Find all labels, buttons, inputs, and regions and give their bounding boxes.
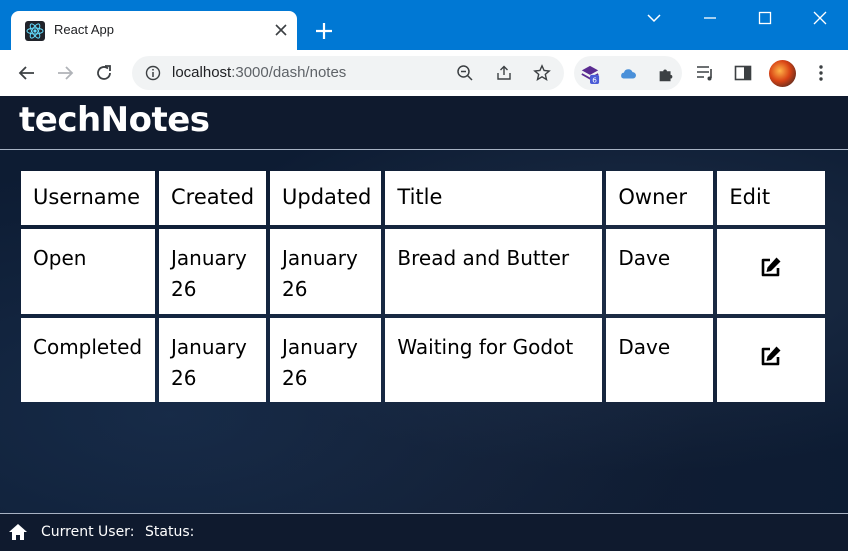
close-tab-icon[interactable]	[272, 21, 290, 39]
note-title: Waiting for Godot	[385, 318, 603, 402]
current-user-label: Current User:	[41, 524, 135, 540]
url-path: :3000/dash/notes	[231, 64, 347, 81]
note-updated: January 26	[270, 229, 382, 314]
browser-toolbar: localhost:3000/dash/notes 6	[0, 50, 848, 96]
maximize-icon[interactable]	[755, 8, 775, 28]
home-icon[interactable]	[8, 523, 28, 541]
app-header: techNotes	[0, 96, 848, 150]
tab-search-chevron-icon[interactable]	[644, 8, 664, 28]
react-logo-icon	[25, 21, 45, 41]
header-title: Title	[385, 171, 603, 225]
reload-icon[interactable]	[93, 62, 115, 84]
extensions-area: 6	[574, 56, 682, 90]
note-updated: January 26	[270, 318, 382, 402]
zoom-icon[interactable]	[456, 64, 474, 82]
share-icon[interactable]	[495, 64, 513, 82]
minimize-icon[interactable]	[700, 8, 720, 28]
browser-tab[interactable]: React App	[11, 11, 297, 50]
header-username: Username	[21, 171, 155, 225]
note-created: January 26	[159, 318, 266, 402]
forward-arrow-icon[interactable]	[54, 62, 76, 84]
profile-avatar[interactable]	[769, 60, 796, 87]
cloud-icon[interactable]	[618, 64, 638, 84]
media-control-icon[interactable]	[695, 63, 715, 83]
url-host: localhost	[172, 64, 232, 81]
header-edit: Edit	[717, 171, 826, 225]
header-updated: Updated	[270, 171, 382, 225]
edit-note-icon[interactable]	[758, 343, 784, 369]
table-row: Open January 26 January 26 Bread and But…	[21, 229, 826, 314]
extension-badge-count: 6	[592, 76, 597, 84]
table-header-row: Username Created Updated Title Owner Edi…	[21, 171, 826, 225]
note-title: Bread and Butter	[385, 229, 603, 314]
extension-stack-icon[interactable]: 6	[580, 64, 600, 84]
edit-cell	[717, 318, 826, 402]
side-panel-icon[interactable]	[733, 63, 753, 83]
bookmark-star-icon[interactable]	[533, 64, 551, 82]
edit-note-icon[interactable]	[758, 254, 784, 280]
back-arrow-icon[interactable]	[16, 62, 38, 84]
header-created: Created	[159, 171, 266, 225]
app-footer: Current User: Status:	[0, 513, 848, 551]
note-owner: Dave	[606, 318, 714, 402]
table-row: Completed January 26 January 26 Waiting …	[21, 318, 826, 402]
more-menu-icon[interactable]	[811, 63, 831, 83]
new-tab-icon[interactable]	[313, 20, 335, 42]
site-info-icon[interactable]	[145, 65, 161, 81]
note-owner: Dave	[606, 229, 714, 314]
status-label: Status:	[145, 524, 195, 540]
notes-table: Username Created Updated Title Owner Edi…	[17, 167, 829, 406]
address-bar[interactable]: localhost:3000/dash/notes	[132, 56, 564, 90]
note-created: January 26	[159, 229, 266, 314]
note-status-completed: Completed	[21, 318, 155, 402]
header-owner: Owner	[606, 171, 714, 225]
url-text: localhost:3000/dash/notes	[172, 64, 346, 81]
browser-titlebar: React App	[0, 0, 848, 50]
note-status-open: Open	[21, 229, 155, 314]
app-viewport: techNotes Username Created Updated Title…	[0, 96, 848, 551]
app-title-link[interactable]: techNotes	[19, 100, 210, 140]
close-window-icon[interactable]	[810, 8, 830, 28]
extensions-puzzle-icon[interactable]	[656, 64, 676, 84]
tab-title: React App	[54, 22, 114, 37]
edit-cell	[717, 229, 826, 314]
